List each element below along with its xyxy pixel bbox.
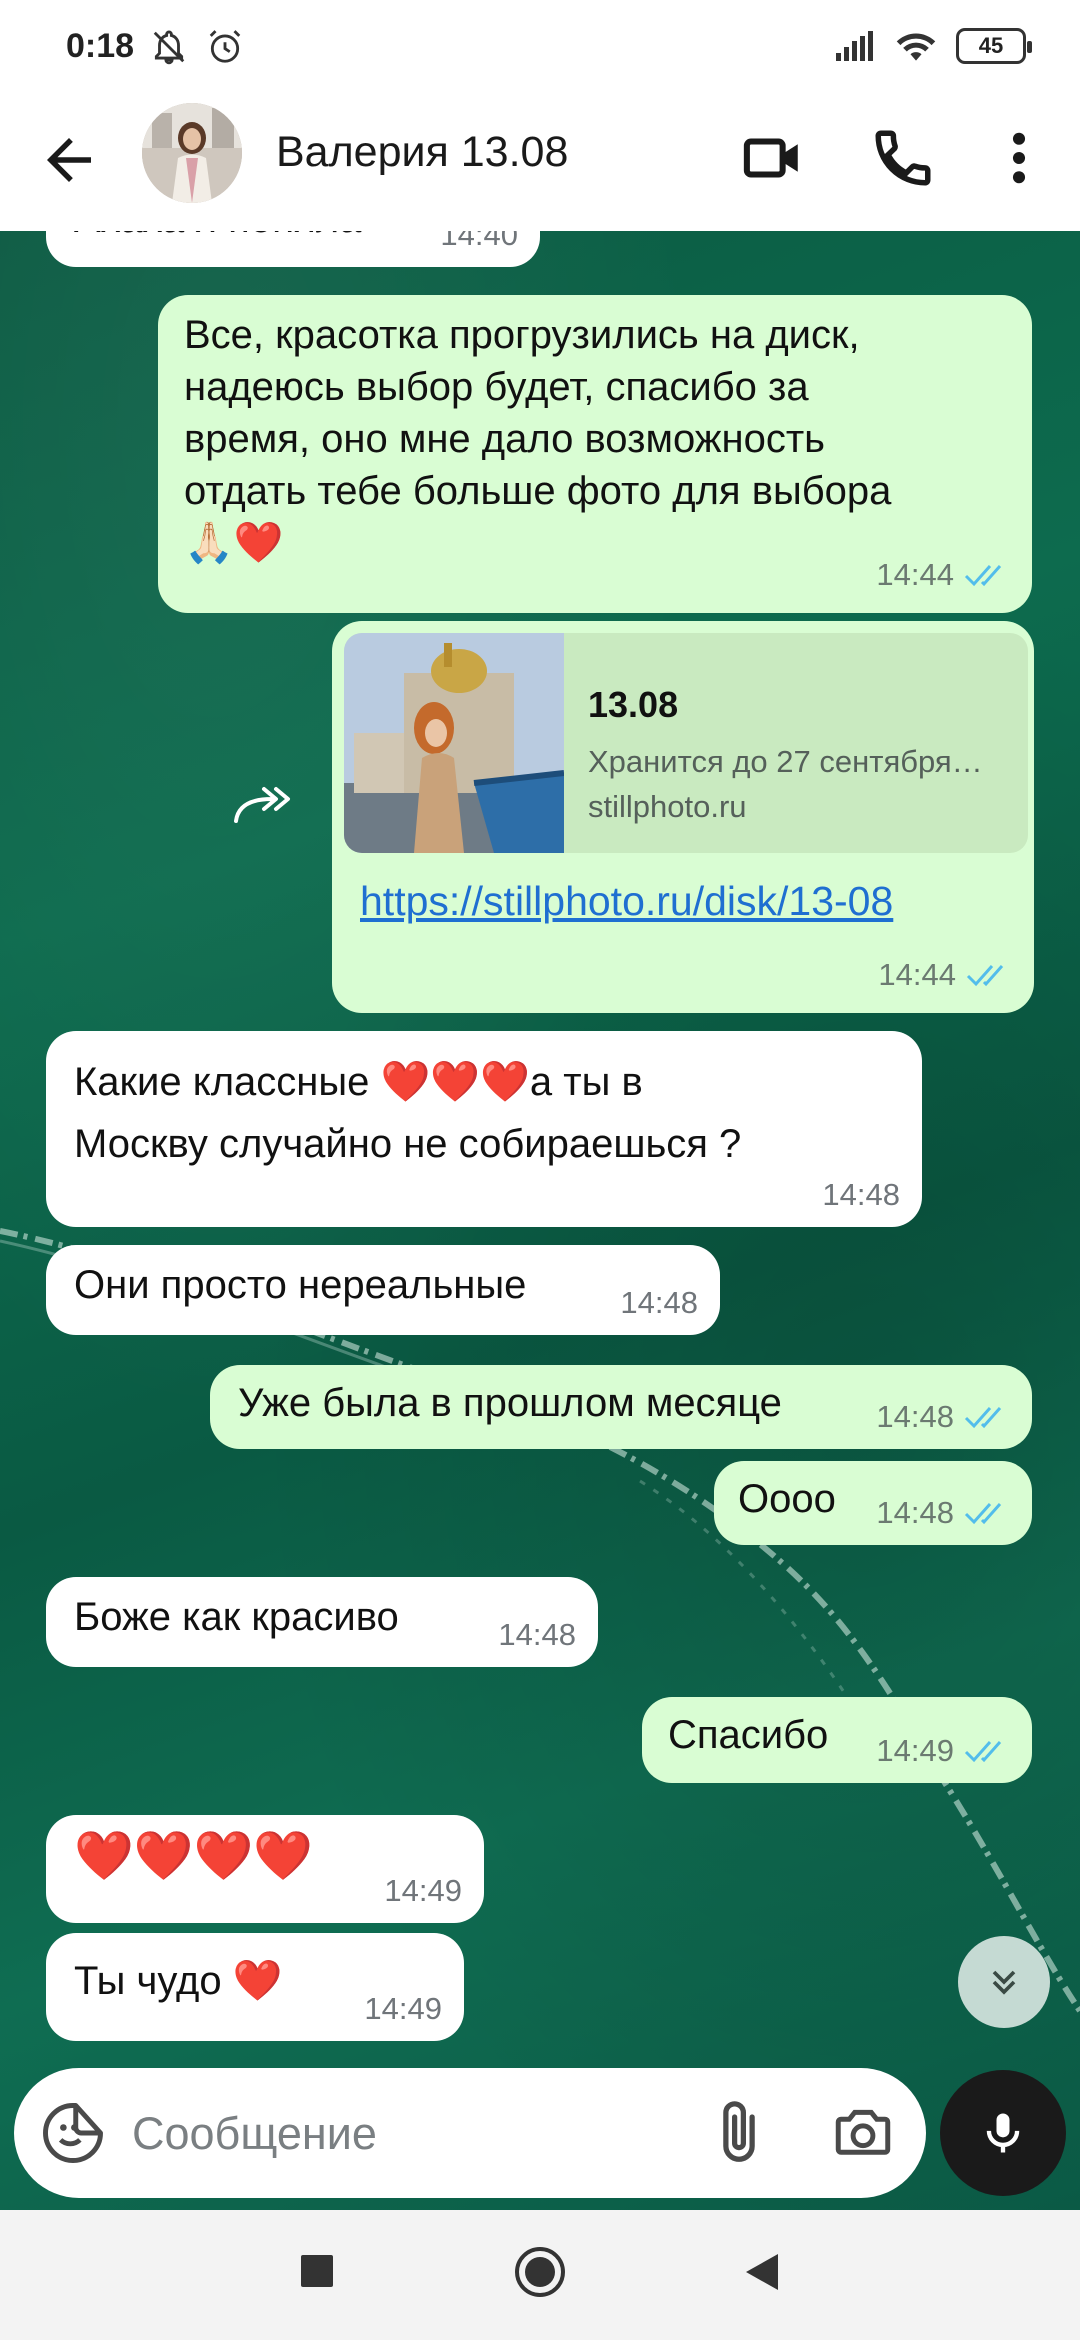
- message-incoming[interactable]: ❤️❤️❤️❤️ 14:49: [46, 1815, 484, 1923]
- message-text: Ахаха я поняла: [74, 231, 361, 245]
- contact-name[interactable]: Валерия 13.08: [276, 128, 568, 177]
- home-icon[interactable]: [514, 2246, 566, 2298]
- message-line: Москву случайно не собираешься ?: [74, 1122, 742, 1166]
- signal-icon: [836, 31, 873, 61]
- status-time: 0:18: [66, 27, 135, 65]
- read-ticks-icon: [964, 1503, 1002, 1525]
- contact-avatar[interactable]: [142, 103, 242, 203]
- read-ticks-icon: [964, 1407, 1002, 1429]
- message-outgoing[interactable]: Все, красотка прогрузились на диск, наде…: [158, 295, 1032, 613]
- message-time: 14:48: [620, 1285, 698, 1320]
- message-time: 14:48: [876, 1495, 954, 1530]
- message-time: 14:44: [876, 557, 954, 592]
- link-preview-title: 13.08: [588, 684, 679, 725]
- phone-call-icon[interactable]: [870, 125, 936, 191]
- read-ticks-icon: [964, 565, 1002, 587]
- message-outgoing[interactable]: Уже была в прошлом месяце 14:48: [210, 1365, 1032, 1449]
- link-preview-image: [344, 633, 564, 853]
- chat-header: Валерия 13.08: [0, 95, 1080, 231]
- message-text: Оооо: [738, 1477, 836, 1521]
- read-ticks-icon: [966, 965, 1004, 987]
- message-outgoing[interactable]: Спасибо 14:49: [642, 1697, 1032, 1783]
- message-text: Уже была в прошлом месяце: [238, 1381, 782, 1425]
- message-time: 14:49: [876, 1733, 954, 1768]
- message-incoming[interactable]: Они просто нереальные 14:48: [46, 1245, 720, 1335]
- forward-icon[interactable]: [232, 781, 298, 833]
- message-time: 14:48: [822, 1177, 900, 1212]
- link-preview-domain: stillphoto.ru: [588, 789, 747, 824]
- message-text: Ты чудо ❤️: [74, 1959, 283, 2003]
- message-composer: [14, 2068, 926, 2198]
- notifications-off-icon: [153, 30, 185, 65]
- message-outgoing[interactable]: Оооо 14:48: [714, 1461, 1032, 1545]
- recents-icon[interactable]: [300, 2254, 334, 2288]
- read-ticks-icon: [964, 1741, 1002, 1763]
- attach-clip-icon[interactable]: [704, 2098, 774, 2168]
- video-call-icon[interactable]: [740, 125, 806, 191]
- double-chevron-down-icon: [992, 1970, 1016, 1995]
- message-line: отдать тебе больше фото для выбора: [184, 469, 892, 513]
- message-line: Какие классные ❤️❤️❤️а ты в: [74, 1060, 643, 1104]
- message-line: Все, красотка прогрузились на диск,: [184, 313, 860, 357]
- message-time: 14:49: [384, 1873, 462, 1908]
- battery-icon: 45: [956, 28, 1032, 64]
- microphone-icon: [986, 2113, 1020, 2153]
- alarm-icon: [209, 30, 241, 63]
- chat-area[interactable]: Ахаха я поняла 14:40 Все, красотка прогр…: [0, 231, 1080, 2211]
- message-time: 14:40: [440, 231, 518, 252]
- scroll-to-bottom-button[interactable]: [958, 1936, 1050, 2028]
- message-incoming[interactable]: Ахаха я поняла 14:40: [46, 231, 540, 267]
- message-text: Спасибо: [668, 1713, 829, 1757]
- status-bar: 0:18 45: [0, 0, 1080, 95]
- sticker-emoji-icon[interactable]: [40, 2100, 106, 2166]
- link-preview-card[interactable]: 13.08 Хранится до 27 сентября… stillphot…: [344, 633, 1028, 853]
- more-vert-icon[interactable]: [986, 125, 1052, 191]
- message-text: ❤️❤️❤️❤️: [74, 1830, 314, 1883]
- camera-icon[interactable]: [828, 2100, 898, 2166]
- message-time: 14:44: [878, 957, 956, 992]
- back-nav-icon[interactable]: [744, 2252, 780, 2292]
- message-text: Они просто нереальные: [74, 1263, 527, 1307]
- wifi-icon: [896, 33, 936, 61]
- message-incoming[interactable]: Какие классные ❤️❤️❤️а ты в Москву случа…: [46, 1031, 922, 1227]
- message-line: надеюсь выбор будет, спасибо за: [184, 365, 809, 409]
- message-time: 14:48: [498, 1617, 576, 1652]
- message-input[interactable]: [132, 2108, 692, 2160]
- message-time: 14:49: [364, 1991, 442, 2026]
- message-time: 14:48: [876, 1399, 954, 1434]
- message-outgoing-link[interactable]: 13.08 Хранится до 27 сентября… stillphot…: [332, 621, 1034, 1013]
- back-arrow-icon[interactable]: [36, 127, 102, 193]
- system-nav-bar: [0, 2210, 1080, 2340]
- battery-level: 45: [978, 33, 1004, 58]
- message-text: Боже как красиво: [74, 1595, 399, 1639]
- message-line: время, оно мне дало возможность: [184, 417, 825, 461]
- message-link[interactable]: https://stillphoto.ru/disk/13-08: [360, 875, 893, 927]
- message-incoming[interactable]: Ты чудо ❤️ 14:49: [46, 1933, 464, 2041]
- voice-message-button[interactable]: [940, 2070, 1066, 2196]
- message-incoming[interactable]: Боже как красиво 14:48: [46, 1577, 598, 1667]
- message-line: 🙏🏻❤️: [184, 521, 284, 565]
